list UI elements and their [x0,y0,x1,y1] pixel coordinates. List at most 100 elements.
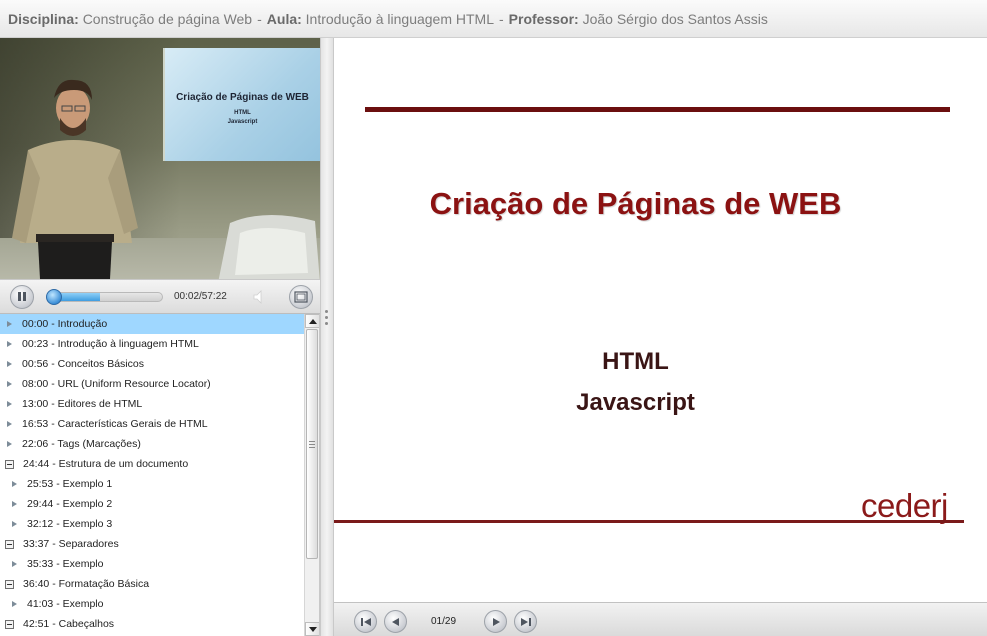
chapter-label: 42:51 - Cabeçalhos [23,618,115,630]
player-controls: 00:02/57:22 [0,279,320,314]
chapter-row[interactable]: 35:33 - Exemplo [0,554,304,574]
course-value: Construção de página Web [82,10,253,27]
course-label: Disciplina: [8,10,79,27]
play-marker-icon [7,441,12,447]
play-marker-icon [7,381,12,387]
lesson-label: Aula: [266,10,302,27]
chapter-row[interactable]: 25:53 - Exemplo 1 [0,474,304,494]
chapter-label: 29:44 - Exemplo 2 [27,498,113,510]
play-marker-icon [12,481,17,487]
play-marker-icon [7,361,12,367]
projection-line-2: Javascript [227,119,258,125]
chapter-row[interactable]: 00:00 - Introdução [0,314,304,334]
play-marker-icon [7,421,12,427]
teacher-label: Professor: [508,10,579,27]
chapter-label: 00:23 - Introdução à linguagem HTML [22,338,199,350]
title-separator: - [499,10,504,27]
slide-page-counter: 01/29 [431,616,457,627]
chapter-row[interactable]: 41:03 - Exemplo [0,594,304,614]
collapse-icon[interactable] [5,539,14,549]
collapse-icon[interactable] [5,459,14,469]
chapter-label: 35:33 - Exemplo [27,558,104,570]
last-page-icon [520,617,531,626]
left-panel: Criação de Páginas de WEB HTML Javascrip… [0,38,320,636]
play-marker-icon [7,341,12,347]
collapse-icon[interactable] [5,619,14,629]
play-marker-icon [12,521,17,527]
fullscreen-icon [294,291,308,303]
chapter-label: 16:53 - Características Gerais de HTML [22,418,208,430]
fullscreen-button[interactable] [289,285,313,309]
video-frame[interactable]: Criação de Páginas de WEB HTML Javascrip… [0,38,320,279]
chapter-label: 32:12 - Exemplo 3 [27,518,113,530]
arrow-down-icon [308,626,317,632]
first-page-icon [360,617,371,626]
chapter-label: 33:37 - Separadores [23,538,119,550]
chapter-row[interactable]: 00:56 - Conceitos Básicos [0,354,304,374]
volume-icon[interactable] [253,290,267,304]
chapter-list-panel: 00:00 - Introdução 00:23 - Introdução à l… [0,314,320,636]
chapter-row[interactable]: 13:00 - Editores de HTML [0,394,304,414]
chapter-row[interactable]: 29:44 - Exemplo 2 [0,494,304,514]
slide-title: Criação de Páginas de WEB [429,186,842,221]
chapter-row[interactable]: 16:53 - Características Gerais de HTML [0,414,304,434]
progress-handle[interactable] [46,289,62,305]
next-page-icon [492,617,500,626]
play-marker-icon [12,501,17,507]
title-separator: - [257,10,262,27]
play-marker-icon [12,601,17,607]
pause-icon [17,288,27,306]
pause-button[interactable] [10,285,34,309]
chapter-label: 24:44 - Estrutura de um documento [23,458,189,470]
panel-splitter[interactable] [320,38,334,636]
slide-top-rule [365,107,950,112]
chapter-list: 00:00 - Introdução 00:23 - Introdução à l… [0,314,304,634]
projection-screen: Criação de Páginas de WEB HTML Javascrip… [163,48,320,161]
arrow-up-icon [308,318,317,324]
slide-navigation: 01/29 [334,602,987,636]
title-bar: Disciplina: Construção de página Web - A… [0,0,987,38]
time-display: 00:02/57:22 [174,291,227,302]
next-slide-button[interactable] [484,610,507,633]
teacher-value: João Sérgio dos Santos Assis [582,10,768,27]
chapter-label: 25:53 - Exemplo 1 [27,478,113,490]
chapter-scrollbar[interactable] [304,314,319,636]
play-marker-icon [12,561,17,567]
chapter-row[interactable]: 22:06 - Tags (Marcações) [0,434,304,454]
first-slide-button[interactable] [354,610,377,633]
slide-line-javascript: Javascript [576,389,695,416]
chapter-row[interactable]: 33:37 - Separadores [0,534,304,554]
chapter-label: 08:00 - URL (Uniform Resource Locator) [22,378,211,390]
chapter-row[interactable]: 42:51 - Cabeçalhos [0,614,304,634]
slide-viewer: Criação de Páginas de WEB HTML Javascrip… [334,38,987,602]
chapter-row[interactable]: 08:00 - URL (Uniform Resource Locator) [0,374,304,394]
play-marker-icon [7,321,12,327]
projection-line-1: HTML [234,110,251,116]
chapter-row[interactable]: 32:12 - Exemplo 3 [0,514,304,534]
chapter-label: 22:06 - Tags (Marcações) [22,438,141,450]
chapter-label: 41:03 - Exemplo [27,598,104,610]
chapter-label: 00:00 - Introdução [22,318,108,330]
collapse-icon[interactable] [5,579,14,589]
chapter-row[interactable]: 36:40 - Formatação Básica [0,574,304,594]
chapter-row[interactable]: 00:23 - Introdução à linguagem HTML [0,334,304,354]
chapter-label: 13:00 - Editores de HTML [22,398,143,410]
scroll-up-button[interactable] [305,314,319,328]
projection-title: Criação de Páginas de WEB [176,92,309,103]
chapter-label: 00:56 - Conceitos Básicos [22,358,144,370]
grip-icon [309,440,315,449]
scroll-down-button[interactable] [305,622,319,636]
slide-line-html: HTML [602,348,669,375]
last-slide-button[interactable] [514,610,537,633]
projection-subtitle: HTML Javascript [165,109,320,127]
chapter-row[interactable]: 24:44 - Estrutura de um documento [0,454,304,474]
play-marker-icon [7,401,12,407]
slide-bottom-rule [334,520,964,523]
chapter-label: 36:40 - Formatação Básica [23,578,150,590]
presenter-figure [12,79,138,279]
progress-bar[interactable] [48,292,163,302]
splitter-grip-icon [325,310,328,328]
previous-slide-button[interactable] [384,610,407,633]
previous-page-icon [391,617,399,626]
scroll-thumb[interactable] [306,329,318,559]
